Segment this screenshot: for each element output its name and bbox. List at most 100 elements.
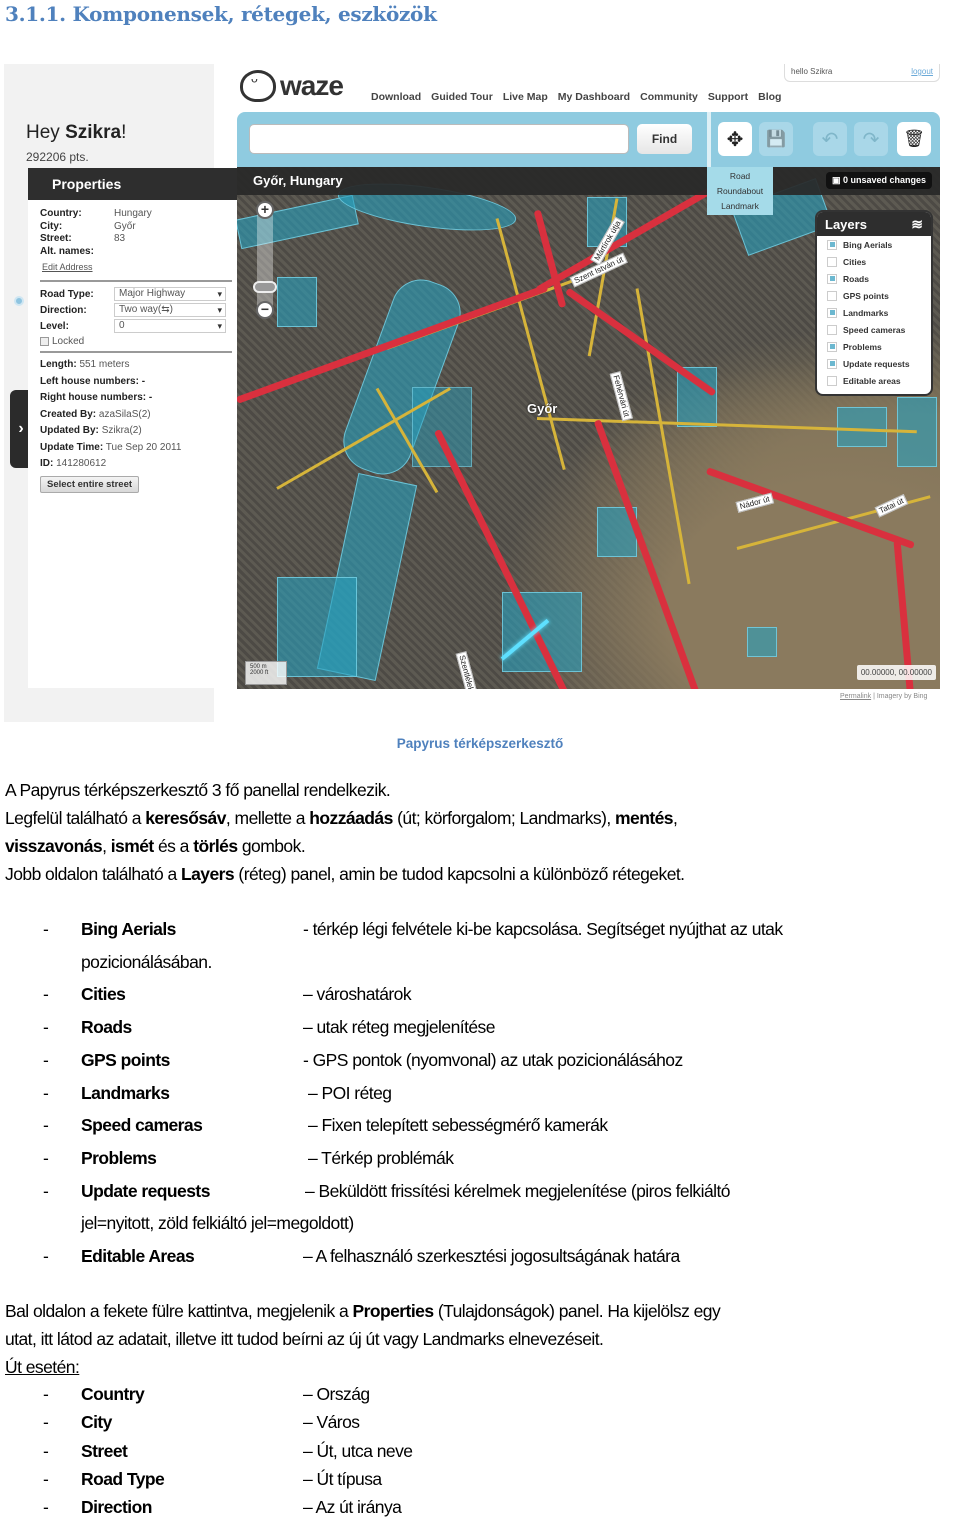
street-row: Street: 83 — [40, 233, 126, 244]
zoom-in-icon[interactable]: + — [256, 201, 274, 219]
layer-toggle[interactable]: Editable areas — [817, 372, 931, 389]
add-landmark-item[interactable]: Landmark — [707, 199, 773, 214]
bullet-dash: - — [43, 1246, 49, 1266]
nav-support[interactable]: Support — [708, 91, 748, 103]
toolbar-separator — [707, 112, 711, 167]
list-item: - Direction – Az út iránya — [0, 1497, 960, 1529]
greeting: Hey Szikra! — [26, 122, 127, 143]
permalink-link[interactable]: Permalink — [840, 693, 871, 700]
layer-toggle[interactable]: Problems — [817, 338, 931, 355]
search-input[interactable] — [249, 124, 629, 154]
landmark-area[interactable] — [237, 194, 359, 250]
landmark-area[interactable] — [277, 577, 357, 677]
edit-address-link[interactable]: Edit Address — [42, 262, 93, 272]
list-description: – Az út iránya — [303, 1497, 402, 1518]
list-item: - Bing Aerials - térkép légi felvétele ki-… — [0, 919, 960, 951]
checkbox-checked-icon — [827, 273, 837, 284]
properties-title: Properties — [28, 168, 238, 200]
street-label: Szentlélek utca — [455, 651, 482, 689]
list-description-continued: jel=nyitott, zöld felkiáltó jel=megoldot… — [81, 1213, 354, 1234]
user-greeting: hello Szikra — [791, 67, 833, 76]
unsaved-changes-indicator: ▣ 0 unsaved changes — [825, 172, 932, 189]
find-button[interactable]: Find — [637, 124, 692, 154]
save-icon: ▣ — [831, 175, 843, 185]
layer-toggle[interactable]: Cities — [817, 253, 931, 270]
add-road-item[interactable]: Road — [707, 169, 773, 184]
top-nav: Download Guided Tour Live Map My Dashboa… — [371, 91, 781, 103]
list-term: Street — [81, 1440, 128, 1461]
nav-download[interactable]: Download — [371, 91, 421, 103]
nav-live-map[interactable]: Live Map — [503, 91, 548, 103]
bullet-dash: - — [43, 984, 49, 1005]
layer-toggle[interactable]: Speed cameras — [817, 321, 931, 338]
map-location-bar: Győr, Hungary ▣ 0 unsaved changes — [237, 167, 940, 195]
landmark-area[interactable] — [277, 277, 317, 327]
list-term: Road Type — [81, 1468, 165, 1489]
map-canvas[interactable]: Szent István út Mártírok útja Nádor út T… — [237, 167, 940, 689]
add-icon: ✥ — [726, 128, 744, 151]
nav-community[interactable]: Community — [640, 91, 698, 103]
id-row: ID: 141280612 — [40, 458, 107, 469]
landmark-area[interactable] — [412, 387, 472, 467]
road-type-label: Road Type: — [40, 288, 94, 300]
city-label: Győr — [527, 401, 558, 416]
checkbox-checked-icon — [827, 341, 837, 352]
info-dot-icon[interactable] — [14, 296, 24, 306]
checkbox-icon — [40, 336, 49, 346]
delete-button[interactable]: 🗑 — [897, 122, 931, 156]
layer-toggle[interactable]: Update requests — [817, 355, 931, 372]
layer-toggle[interactable]: Roads — [817, 270, 931, 287]
list-description-continued: pozicionálásában. — [81, 951, 212, 972]
list-item: - Roads – utak réteg megjelenítése — [0, 1017, 960, 1049]
road-segment[interactable] — [495, 218, 566, 471]
list-description: – Ország — [303, 1384, 370, 1404]
list-item: - GPS points - GPS pontok (nyomvonal) az u… — [0, 1050, 960, 1082]
checkbox-empty-icon — [827, 290, 837, 301]
properties-panel: Properties Country: Hungary City: Győr Str… — [28, 168, 238, 688]
landmark-area[interactable] — [747, 627, 777, 657]
layer-toggle[interactable]: GPS points — [817, 287, 931, 304]
divider — [40, 280, 232, 282]
list-term: Problems — [81, 1147, 157, 1168]
list-description: – A felhasználó szerkesztési jogosultság… — [303, 1246, 680, 1266]
bullet-dash: - — [43, 1115, 49, 1136]
layers-stack-icon: ≋ — [911, 215, 923, 232]
city-row: City: Győr — [40, 220, 136, 232]
locked-checkbox[interactable]: Locked — [40, 334, 232, 348]
list-item: - Speed cameras – Fixen telepített sebessé… — [0, 1115, 960, 1147]
layer-toggle[interactable]: Landmarks — [817, 304, 931, 321]
bullet-dash: - — [43, 1082, 49, 1103]
undo-button[interactable]: ↶ — [813, 122, 847, 156]
nav-guided-tour[interactable]: Guided Tour — [431, 91, 493, 103]
list-description: – Város — [303, 1412, 360, 1433]
layer-toggle[interactable]: Bing Aerials — [817, 236, 931, 253]
zoom-slider[interactable]: + − — [253, 201, 277, 319]
select-entire-street-button[interactable]: Select entire street — [40, 475, 140, 493]
layer-label: Speed cameras — [843, 324, 906, 335]
zoom-out-icon[interactable]: − — [256, 301, 274, 319]
zoom-slider-thumb[interactable] — [253, 281, 277, 293]
imagery-credit: Imagery by Bing — [876, 693, 928, 700]
list-description: – Beküldött frissítési kérelmek megjelen… — [305, 1180, 731, 1201]
logout-link[interactable]: logout — [911, 67, 933, 78]
save-button[interactable]: 💾 — [759, 122, 793, 156]
level-select[interactable]: 0 — [114, 319, 226, 333]
landmark-area[interactable] — [502, 592, 582, 672]
layer-label: Landmarks — [843, 307, 889, 318]
layers-panel: Layers ≋ Bing Aerials Cities Roads GPS point… — [815, 210, 933, 396]
add-button[interactable]: ✥ — [718, 122, 752, 156]
direction-select[interactable]: Two way(⇆) — [114, 303, 226, 317]
road-type-select[interactable]: Major Highway — [114, 287, 226, 301]
add-roundabout-item[interactable]: Roundabout — [707, 184, 773, 199]
checkbox-empty-icon — [827, 324, 837, 335]
waze-logo[interactable]: waze — [240, 70, 344, 102]
list-description: – POI réteg — [308, 1082, 392, 1103]
subheading: Út esetén: — [5, 1357, 80, 1377]
nav-my-dashboard[interactable]: My Dashboard — [558, 91, 630, 103]
editor-screenshot: Hey Szikra! 292206 pts. › Properties Cou… — [4, 64, 944, 724]
layer-label: Bing Aerials — [843, 239, 893, 250]
trash-icon: 🗑 — [903, 129, 925, 148]
section-heading: 3.1.1. Komponensek, rétegek, eszközök — [5, 2, 437, 26]
nav-blog[interactable]: Blog — [758, 91, 781, 103]
redo-button[interactable]: ↷ — [854, 122, 888, 156]
